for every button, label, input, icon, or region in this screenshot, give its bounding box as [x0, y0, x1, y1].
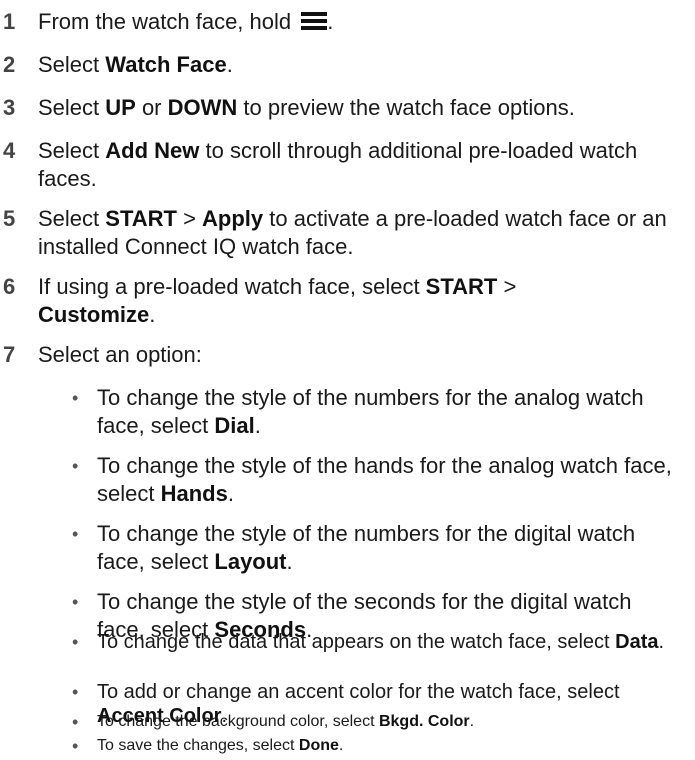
- step-text: Select UP or DOWN to preview the watch f…: [38, 94, 680, 122]
- option-name: Bkgd. Color: [378, 713, 470, 730]
- bullet-text: To change the style of the hands for the…: [97, 452, 682, 508]
- step-text-part: Select: [38, 206, 106, 231]
- step-text-part: >: [176, 206, 203, 231]
- option-name: Done: [298, 737, 339, 754]
- step-bold-term: DOWN: [167, 95, 238, 120]
- step-text-part: to preview the watch face options.: [237, 95, 575, 120]
- menu-icon: [301, 12, 328, 30]
- step-text-part: Select: [38, 95, 106, 120]
- step-text: Select Watch Face.: [38, 51, 680, 79]
- bullet-text-part: To add or change an accent color for the…: [97, 681, 620, 703]
- bullet-text-part: To save the changes, select: [97, 737, 299, 754]
- step-number: 5: [3, 206, 16, 231]
- bullet-dot: •: [72, 456, 79, 476]
- step-text-part: .: [226, 52, 233, 77]
- bullet-text-part: To change the style of the numbers for t…: [97, 385, 644, 438]
- bullet-dot: •: [72, 388, 79, 408]
- step-text-part: If using a pre-loaded watch face, select: [38, 274, 426, 299]
- bullet-text-part: .: [286, 549, 293, 574]
- step-bold-term: START: [105, 206, 177, 231]
- bullet-text-part: .: [227, 481, 234, 506]
- bullet-text-part: .: [254, 413, 261, 438]
- step-text-part: >: [497, 274, 517, 299]
- bullet-text-part: To change the style of the numbers for t…: [97, 521, 636, 574]
- step-number: 2: [3, 52, 16, 77]
- bullet-dot: •: [72, 592, 79, 612]
- step-number: 3: [3, 95, 16, 120]
- bullet-text-part: .: [338, 737, 344, 754]
- bullet-dot: •: [72, 682, 79, 702]
- option-name: Hands: [160, 481, 228, 506]
- step-text-part: Select: [38, 52, 106, 77]
- step-text-part: or: [135, 95, 168, 120]
- step-text: Select Add New to scroll through additio…: [38, 137, 680, 193]
- step-bold-term: Watch Face: [105, 52, 227, 77]
- step-number: 6: [3, 274, 16, 299]
- bullet-text-part: .: [658, 631, 665, 653]
- bullet-dot: •: [72, 632, 79, 652]
- bullet-text-part: .: [469, 713, 475, 730]
- bullet-dot: •: [72, 736, 79, 756]
- bullet-text: To save the changes, select Done.: [97, 736, 682, 756]
- step-bold-term: Add New: [105, 138, 200, 163]
- bullet-text: To change the data that appears on the w…: [97, 630, 682, 654]
- step-text: If using a pre-loaded watch face, select…: [38, 273, 530, 329]
- step-text: Select an option:: [38, 342, 202, 367]
- step-text-part: Select: [38, 138, 106, 163]
- step-text-part: From the watch face, hold: [38, 9, 298, 34]
- bullet-text: To change the style of the numbers for t…: [97, 520, 682, 576]
- option-name: Layout: [214, 549, 287, 574]
- instruction-document: 1 From the watch face, hold . 2 Select W…: [0, 0, 695, 760]
- step-number: 4: [3, 138, 16, 163]
- option-name: Data: [615, 631, 659, 653]
- step-text-part: .: [327, 9, 334, 34]
- option-name: Dial: [214, 413, 255, 438]
- step-bold-term: Apply: [202, 206, 264, 231]
- bullet-dot: •: [72, 712, 79, 732]
- step-bold-term: UP: [105, 95, 136, 120]
- step-text: Select START > Apply to activate a pre-l…: [38, 205, 680, 261]
- step-number: 7: [3, 342, 16, 367]
- step-text: From the watch face, hold .: [38, 8, 680, 36]
- bullet-text: To change the style of the numbers for t…: [97, 384, 682, 440]
- bullet-text-part: To change the background color, select: [97, 713, 379, 730]
- step-number: 1: [3, 9, 16, 34]
- step-text-part: .: [149, 302, 156, 327]
- step-bold-term: Customize: [38, 302, 150, 327]
- bullet-text-part: To change the data that appears on the w…: [97, 631, 616, 653]
- bullet-dot: •: [72, 524, 79, 544]
- bullet-text: To change the background color, select B…: [97, 712, 682, 732]
- step-bold-term: START: [425, 274, 498, 299]
